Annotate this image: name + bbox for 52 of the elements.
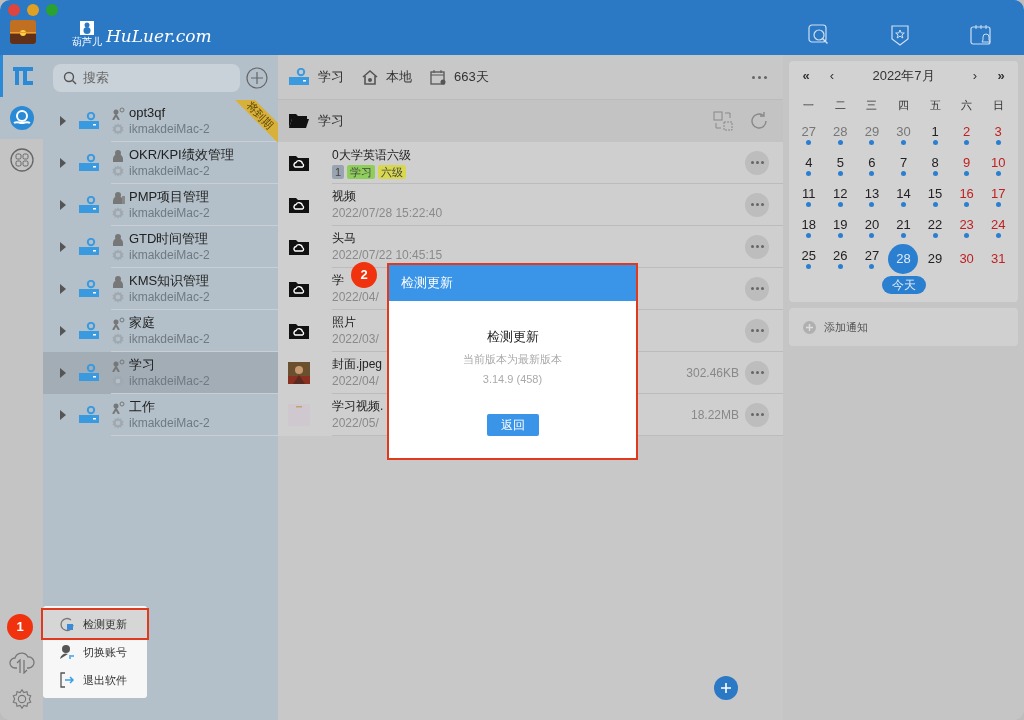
add-notice-label: 添加通知 bbox=[824, 319, 868, 335]
month-title: 2022年7月 bbox=[871, 67, 936, 86]
file-name: 头马 bbox=[332, 230, 356, 247]
device-name: ikmakdeiMac-2 bbox=[129, 246, 210, 263]
library-name: 家庭 bbox=[129, 314, 155, 331]
current-path: 学习 bbox=[318, 112, 344, 131]
file-size: 302.46KB bbox=[686, 364, 739, 382]
file-date: 2022/04/ bbox=[332, 373, 379, 389]
file-date: 2022/04/ bbox=[332, 289, 379, 305]
file-date: 2022/05/ bbox=[332, 415, 379, 431]
file-name: 照片 bbox=[332, 314, 356, 331]
weekday-label: 一 bbox=[802, 97, 816, 113]
file-date: 2022/07/22 10:45:15 bbox=[332, 247, 443, 263]
weekday-label: 六 bbox=[960, 97, 974, 113]
library-name: OKR/KPI绩效管理 bbox=[129, 146, 234, 163]
file-date: 2022/03/ bbox=[332, 331, 379, 347]
device-name: ikmakdeiMac-2 bbox=[129, 414, 210, 431]
weekday-label: 五 bbox=[928, 97, 942, 113]
file-name: 学 bbox=[332, 272, 344, 289]
dialog-heading: 检测更新 bbox=[486, 328, 539, 346]
tag: 1 bbox=[332, 164, 345, 179]
library-name: opt3qf bbox=[129, 104, 166, 121]
weekday-label: 二 bbox=[833, 97, 847, 113]
file-size: 18.22MB bbox=[690, 406, 739, 424]
library-name: GTD时间管理 bbox=[129, 230, 209, 247]
file-name: 封面.jpeg bbox=[332, 356, 383, 373]
file-name: 0大学英语六级 bbox=[332, 146, 411, 164]
weekday-label: 日 bbox=[991, 97, 1005, 113]
weekday-label: 三 bbox=[865, 97, 879, 113]
dialog-message: 当前版本为最新版本 bbox=[463, 351, 562, 367]
logo-caption: 葫芦儿 bbox=[72, 36, 102, 47]
device-name: ikmakdeiMac-2 bbox=[129, 120, 210, 137]
weekday-label: 四 bbox=[897, 97, 910, 113]
library-name: PMP项目管理 bbox=[129, 188, 210, 205]
library-name: 工作 bbox=[129, 398, 155, 415]
file-date: 2022/07/28 15:22:40 bbox=[332, 205, 443, 221]
logo-text: HuLuer.com bbox=[106, 25, 212, 47]
version-number: 3.14.9 (458) bbox=[482, 372, 543, 387]
days-count: 663天 bbox=[454, 68, 489, 87]
device-name: ikmakdeiMac-2 bbox=[129, 204, 210, 221]
library-title: 学习 bbox=[318, 68, 344, 87]
file-name: 学习视频. bbox=[332, 398, 384, 415]
library-name: KMS知识管理 bbox=[129, 272, 210, 289]
tag: 学习 bbox=[347, 164, 376, 179]
library-name: 学习 bbox=[129, 356, 155, 373]
device-name: ikmakdeiMac-2 bbox=[129, 330, 210, 347]
dialog-title: 检测更新 bbox=[401, 274, 453, 293]
device-name: ikmakdeiMac-2 bbox=[129, 288, 210, 305]
file-name: 视频 bbox=[332, 188, 356, 205]
location-label: 本地 bbox=[386, 68, 412, 87]
device-name: ikmakdeiMac-2 bbox=[129, 162, 210, 179]
tag: 六级 bbox=[378, 164, 407, 179]
